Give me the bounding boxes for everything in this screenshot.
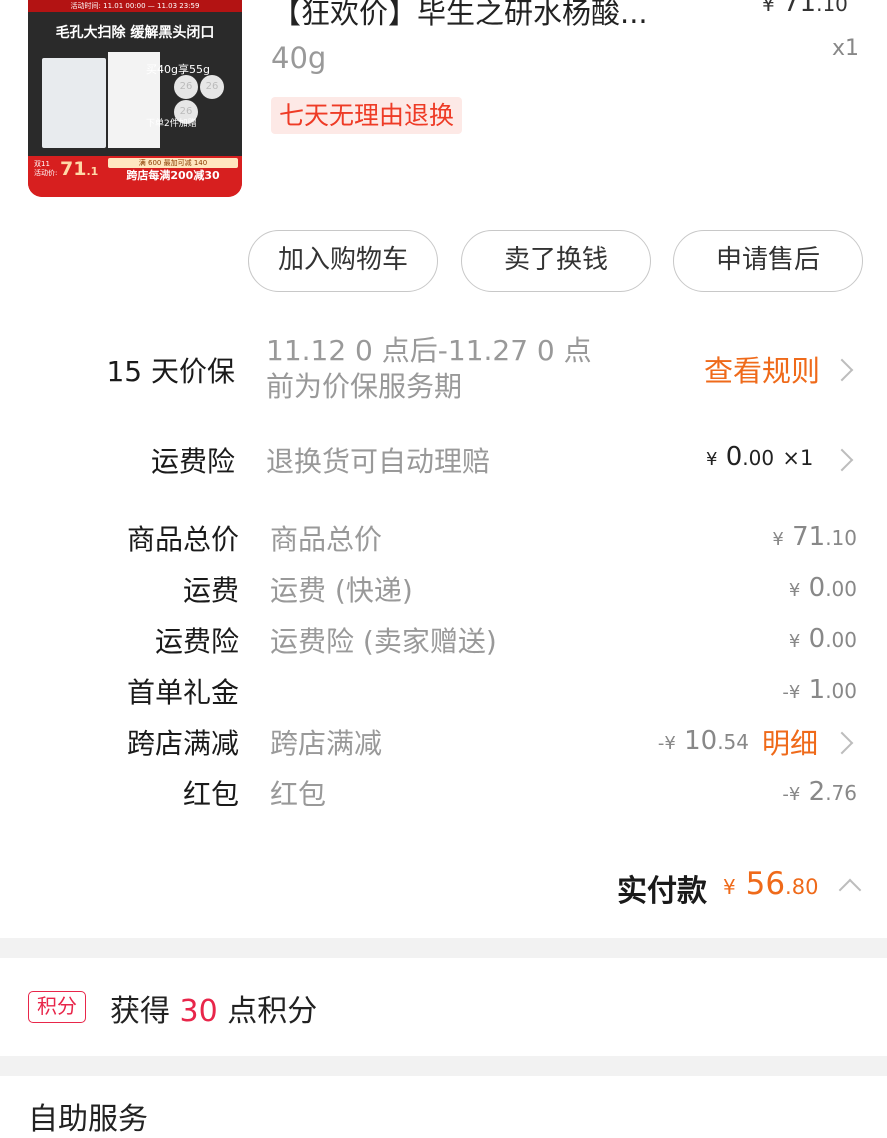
thumb-price-decimal: .1 xyxy=(86,165,99,178)
breakdown-amount-red-packet: -¥ 2.76 xyxy=(782,777,857,807)
thumb-pad: 26 xyxy=(200,75,224,99)
thumb-full-reduction: 满 600 最加可减 140 xyxy=(108,158,238,168)
breakdown-yen: ¥ xyxy=(772,529,784,550)
breakdown-amount-cross-store: -¥ 10.54 xyxy=(658,726,749,756)
breakdown-int: 10 xyxy=(684,726,718,756)
add-to-cart-button[interactable]: 加入购物车 xyxy=(248,230,438,292)
self-service-title: 自助服务 xyxy=(28,1102,148,1137)
thumb-price-caption-2: 活动价: xyxy=(34,169,58,177)
breakdown-dec: .76 xyxy=(825,781,857,805)
after-sale-button[interactable]: 申请售后 xyxy=(673,230,863,292)
thumb-headline: 毛孔大扫除 缓解黑头闭口 xyxy=(55,25,215,41)
price-protection-desc: 11.12 0 点后-11.27 0 点 前为价保服务期 xyxy=(266,333,592,405)
thumb-gift-text: 下单2件加赠 xyxy=(146,119,197,129)
breakdown-dec: .00 xyxy=(825,679,857,703)
breakdown-yen: ¥ xyxy=(788,682,801,703)
shipping-insurance-amount: ¥ 0.00 ×1 xyxy=(706,442,813,472)
breakdown-yen: ¥ xyxy=(788,580,801,601)
cross-store-detail-link[interactable]: 明细 xyxy=(762,722,818,762)
total-yen: ¥ xyxy=(723,875,736,899)
breakdown-yen: ¥ xyxy=(664,733,676,754)
breakdown-int: 71 xyxy=(792,522,826,552)
total-int: 56 xyxy=(745,866,786,902)
chevron-right-icon[interactable] xyxy=(830,358,854,382)
view-rules-link[interactable]: 查看规则 xyxy=(704,348,820,390)
chevron-up-icon[interactable] xyxy=(838,878,862,902)
breakdown-int: 0 xyxy=(808,624,826,654)
product-quantity: x1 xyxy=(832,36,860,61)
breakdown-desc-cross-store: 跨店满减 xyxy=(270,727,383,760)
price-protection-label: 15 天价保 xyxy=(106,355,235,388)
breakdown-dec: .00 xyxy=(825,628,857,652)
chevron-right-icon[interactable] xyxy=(830,448,854,472)
breakdown-int: 1 xyxy=(808,675,826,705)
thumb-price-caption-1: 双11 xyxy=(34,160,50,168)
product-price: ¥ 71.10 xyxy=(762,0,848,18)
breakdown-desc-shipping-insurance: 运费险 (卖家赠送) xyxy=(270,625,497,658)
product-price-dec: .10 xyxy=(816,0,848,16)
breakdown-label-first-order-gift: 首单礼金 xyxy=(126,676,239,709)
shipping-insurance-yen: ¥ xyxy=(706,449,718,470)
breakdown-yen: ¥ xyxy=(788,784,801,805)
thumb-product-box xyxy=(42,58,106,148)
product-price-yen: ¥ xyxy=(762,0,775,16)
product-thumbnail[interactable]: 活动时间: 11.01 00:00 — 11.03 23:59 毛孔大扫除 缓解… xyxy=(28,0,242,197)
price-protection-desc-line1: 11.12 0 点后-11.27 0 点 xyxy=(266,334,592,367)
thumb-price-caption: 双11 活动价: xyxy=(34,160,57,178)
thumb-pad: 26 xyxy=(174,75,198,99)
breakdown-amount-first-order-gift: -¥ 1.00 xyxy=(782,675,857,705)
chevron-right-icon[interactable] xyxy=(830,731,854,755)
points-badge: 积分 xyxy=(28,991,86,1023)
breakdown-dec: .10 xyxy=(825,526,857,550)
breakdown-int: 0 xyxy=(808,573,826,603)
total-label: 实付款 xyxy=(617,874,707,909)
points-text-after: 点积分 xyxy=(217,994,318,1029)
thumb-price-main: 71 xyxy=(60,158,87,180)
product-price-int: 71 xyxy=(783,0,817,18)
breakdown-amount-shipping-insurance: ¥ 0.00 xyxy=(789,624,857,654)
thumb-pads: 26 2626 xyxy=(174,74,242,124)
points-text-before: 获得 xyxy=(110,994,180,1029)
breakdown-label-shipping: 运费 xyxy=(182,574,239,607)
product-title[interactable]: 【狂欢价】毕生之研水杨酸... xyxy=(272,0,648,32)
breakdown-amount-goods-total: ¥ 71.10 xyxy=(772,522,857,552)
return-policy-badge: 七天无理由退换 xyxy=(271,97,463,134)
total-amount: ¥ 56.80 xyxy=(723,866,818,902)
product-spec: 40g xyxy=(271,41,327,75)
points-number: 30 xyxy=(179,994,218,1029)
breakdown-amount-shipping: ¥ 0.00 xyxy=(789,573,857,603)
sell-button[interactable]: 卖了换钱 xyxy=(461,230,651,292)
shipping-insurance-qty: ×1 xyxy=(782,446,814,470)
breakdown-label-red-packet: 红包 xyxy=(182,778,239,811)
section-divider xyxy=(0,938,887,958)
thumb-promo-strip: 活动时间: 11.01 00:00 — 11.03 23:59 xyxy=(28,0,242,12)
section-divider xyxy=(0,1056,887,1076)
thumb-price: 71.1 xyxy=(60,158,98,180)
breakdown-desc-red-packet: 红包 xyxy=(270,778,327,811)
breakdown-label-goods-total: 商品总价 xyxy=(126,523,239,556)
breakdown-yen: ¥ xyxy=(788,631,801,652)
shipping-insurance-desc: 退换货可自动理赔 xyxy=(266,445,491,478)
breakdown-desc-shipping: 运费 (快递) xyxy=(270,574,413,607)
shipping-insurance-label: 运费险 xyxy=(150,445,235,478)
breakdown-label-shipping-insurance: 运费险 xyxy=(154,625,239,658)
breakdown-dec: .00 xyxy=(825,577,857,601)
breakdown-dec: .54 xyxy=(717,730,749,754)
thumb-cross-store: 跨店每满200减30 xyxy=(126,169,220,182)
shipping-insurance-dec: .00 xyxy=(742,446,775,470)
breakdown-label-cross-store: 跨店满减 xyxy=(126,727,239,760)
shipping-insurance-int: 0 xyxy=(725,442,743,472)
price-protection-desc-line2: 前为价保服务期 xyxy=(266,370,463,403)
breakdown-int: 2 xyxy=(808,777,826,807)
total-dec: .80 xyxy=(785,875,819,899)
points-text: 获得 30 点积分 xyxy=(110,986,317,1030)
breakdown-desc-goods-total: 商品总价 xyxy=(270,523,383,556)
